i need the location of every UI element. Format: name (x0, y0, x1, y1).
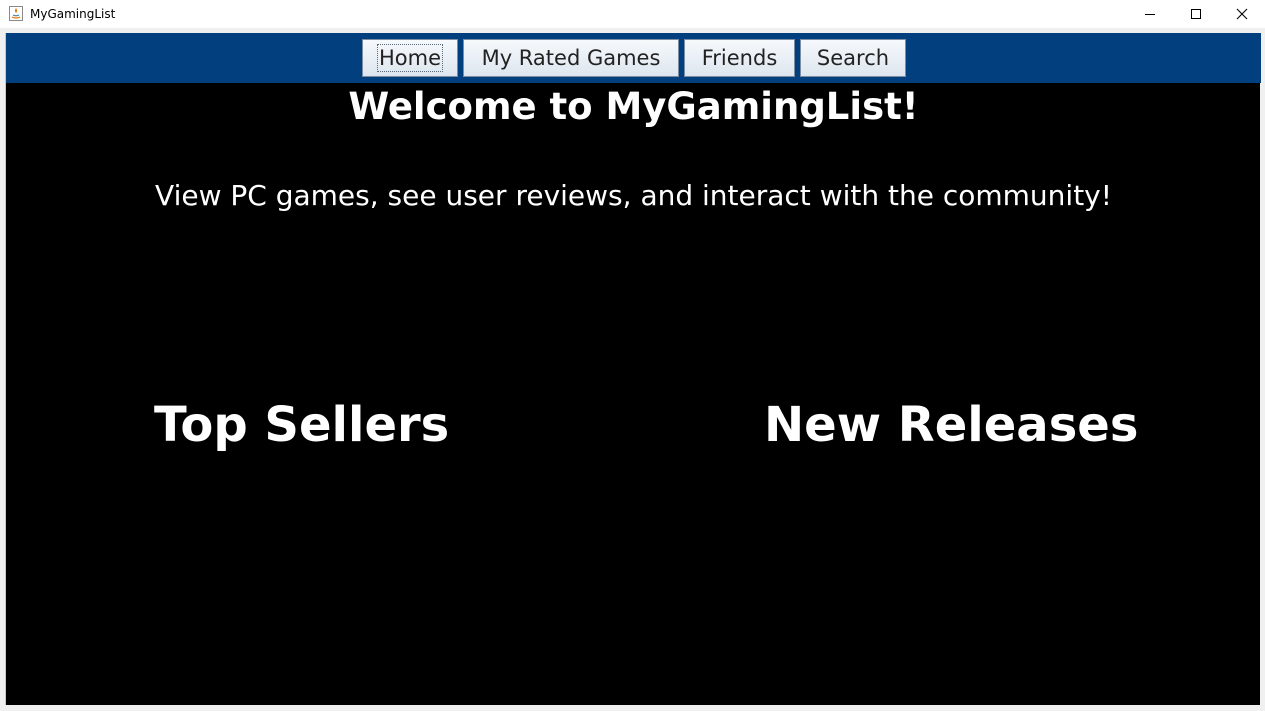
welcome-heading: Welcome to MyGamingList! (348, 85, 919, 128)
window-title: MyGamingList (30, 7, 116, 21)
nav-button-friends[interactable]: Friends (684, 39, 795, 77)
minimize-icon (1145, 14, 1155, 15)
nav-button-home[interactable]: Home (362, 39, 458, 77)
top-sellers-heading: Top Sellers (154, 397, 450, 453)
close-icon (1236, 8, 1248, 20)
app-window: MyGamingList Home My Rated Games Friends (0, 0, 1265, 711)
nav-button-search[interactable]: Search (800, 39, 906, 77)
window-bottom-border (0, 705, 1265, 711)
welcome-subtitle: View PC games, see user reviews, and int… (155, 179, 1112, 212)
nav-button-my-rated-games[interactable]: My Rated Games (463, 39, 679, 77)
maximize-button[interactable] (1173, 0, 1219, 28)
minimize-button[interactable] (1127, 0, 1173, 28)
close-button[interactable] (1219, 0, 1265, 28)
title-bar[interactable]: MyGamingList (0, 0, 1265, 28)
new-releases-heading: New Releases (764, 397, 1139, 453)
main-content: Home My Rated Games Friends Search Welco… (5, 33, 1261, 705)
nav-button-home-label: Home (376, 44, 443, 72)
maximize-icon (1191, 9, 1201, 19)
java-app-icon (9, 6, 23, 21)
nav-bar: Home My Rated Games Friends Search (6, 33, 1261, 83)
